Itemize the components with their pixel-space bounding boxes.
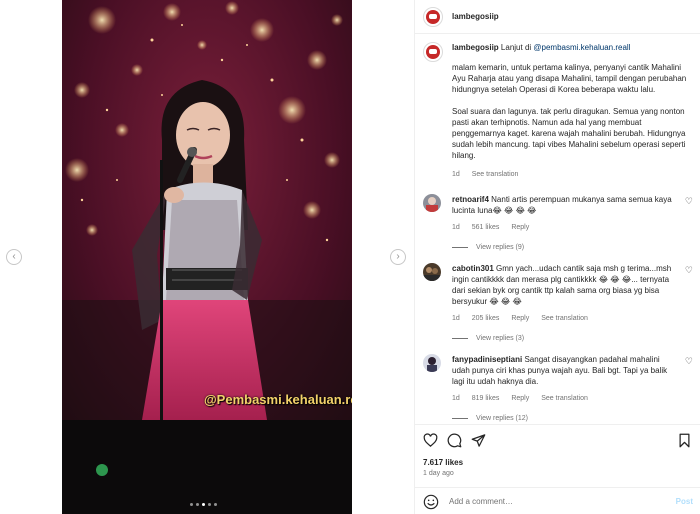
comment-likes[interactable]: 819 likes	[472, 395, 500, 402]
comment-item: fanypadiniseptiani Sangat disayangkan pa…	[415, 354, 700, 404]
avatar[interactable]	[423, 263, 441, 281]
comment-likes[interactable]: 561 likes	[472, 224, 500, 231]
reply-button[interactable]: Reply	[511, 224, 529, 231]
bookmark-icon[interactable]	[677, 433, 692, 448]
comment-item: cabotin301 Gmn yach...udach cantik saja …	[415, 263, 700, 324]
see-translation-button[interactable]: See translation	[541, 395, 588, 402]
comment-heart-icon[interactable]: ♡	[685, 356, 693, 367]
avatar[interactable]	[423, 6, 443, 27]
see-translation-button[interactable]: See translation	[472, 171, 519, 178]
comment-time[interactable]: 1d	[452, 315, 460, 322]
comment-likes[interactable]: 205 likes	[472, 315, 500, 322]
post-timestamp[interactable]: 1 day ago	[423, 470, 454, 477]
post-likes-count[interactable]: 7.617 likes	[423, 458, 463, 467]
carousel-dot	[196, 503, 199, 506]
view-replies-label: View replies (3)	[476, 335, 525, 342]
avatar[interactable]	[423, 354, 441, 372]
post-details-panel: lambegosiip lambegosiip Lanjut di @pemba…	[414, 0, 700, 514]
left-backdrop: ‹	[0, 0, 62, 514]
reply-button[interactable]: Reply	[511, 395, 529, 402]
comment-username[interactable]: cabotin301	[452, 264, 494, 273]
avatar[interactable]	[423, 42, 443, 62]
carousel-dot	[190, 503, 193, 506]
post-author-username[interactable]: lambegosiip	[452, 12, 499, 21]
share-icon[interactable]	[471, 433, 486, 448]
comments-scroll-area[interactable]: lambegosiip Lanjut di @pembasmi.kehaluan…	[415, 34, 700, 424]
comment-item: retnoarif4 Nanti artis perempuan mukanya…	[415, 194, 700, 233]
emoji-icon[interactable]	[423, 494, 439, 510]
comment-meta: 1d 561 likes Reply	[452, 222, 674, 233]
view-replies-button[interactable]: View replies (3)	[452, 335, 700, 342]
reply-button[interactable]: Reply	[511, 315, 529, 322]
caption-paragraph: malam kemarin, untuk pertama kalinya, pe…	[452, 63, 687, 94]
post-caption: lambegosiip Lanjut di @pembasmi.kehaluan…	[415, 34, 700, 180]
add-comment-bar: Post	[415, 487, 700, 514]
chevron-left-icon[interactable]: ‹	[6, 249, 22, 265]
caption-time[interactable]: 1d	[452, 171, 460, 178]
view-replies-button[interactable]: View replies (9)	[452, 244, 700, 251]
comment-time[interactable]: 1d	[452, 395, 460, 402]
view-replies-button[interactable]: View replies (12)	[452, 415, 700, 422]
comment-icon[interactable]	[447, 433, 462, 448]
carousel-dot	[214, 503, 217, 506]
middle-backdrop: ›	[352, 0, 414, 514]
comment-input[interactable]	[449, 497, 669, 506]
media-watermark: @Pembasmi.kehaluan.reall	[204, 392, 352, 407]
instagram-post-modal: ‹ @Pembasmi.kehaluan.r › lambegosiip lam…	[0, 0, 700, 514]
post-comment-button[interactable]: Post	[676, 497, 693, 506]
chevron-right-icon[interactable]: ›	[390, 249, 406, 265]
caption-meta: 1d See translation	[452, 169, 692, 180]
post-media-video[interactable]: @Pembasmi.kehaluan.reall	[62, 0, 352, 514]
comment-meta: 1d 205 likes Reply See translation	[452, 313, 674, 324]
view-replies-label: View replies (9)	[476, 244, 525, 251]
caption-mention-link[interactable]: @pembasmi.kehaluan.reall	[533, 43, 630, 52]
avatar[interactable]	[423, 194, 441, 212]
comment-username[interactable]: fanypadiniseptiani	[452, 355, 522, 364]
carousel-dot-active	[202, 503, 205, 506]
comment-time[interactable]: 1d	[452, 224, 460, 231]
comment-heart-icon[interactable]: ♡	[685, 265, 693, 276]
carousel-dots	[190, 503, 217, 506]
caption-username[interactable]: lambegosiip	[452, 43, 499, 52]
view-replies-label: View replies (12)	[476, 415, 529, 422]
caption-paragraph: Soal suara dan lagunya. tak perlu diragu…	[452, 107, 686, 160]
comment-meta: 1d 819 likes Reply See translation	[452, 393, 674, 404]
concert-video-frame	[62, 0, 352, 514]
post-header: lambegosiip	[415, 0, 700, 34]
heart-icon[interactable]	[423, 433, 438, 448]
comment-username[interactable]: retnoarif4	[452, 195, 489, 204]
carousel-dot	[208, 503, 211, 506]
comment-heart-icon[interactable]: ♡	[685, 196, 693, 207]
see-translation-button[interactable]: See translation	[541, 315, 588, 322]
post-actions: 7.617 likes 1 day ago Post	[415, 424, 700, 514]
caption-lead: Lanjut di	[500, 43, 532, 52]
